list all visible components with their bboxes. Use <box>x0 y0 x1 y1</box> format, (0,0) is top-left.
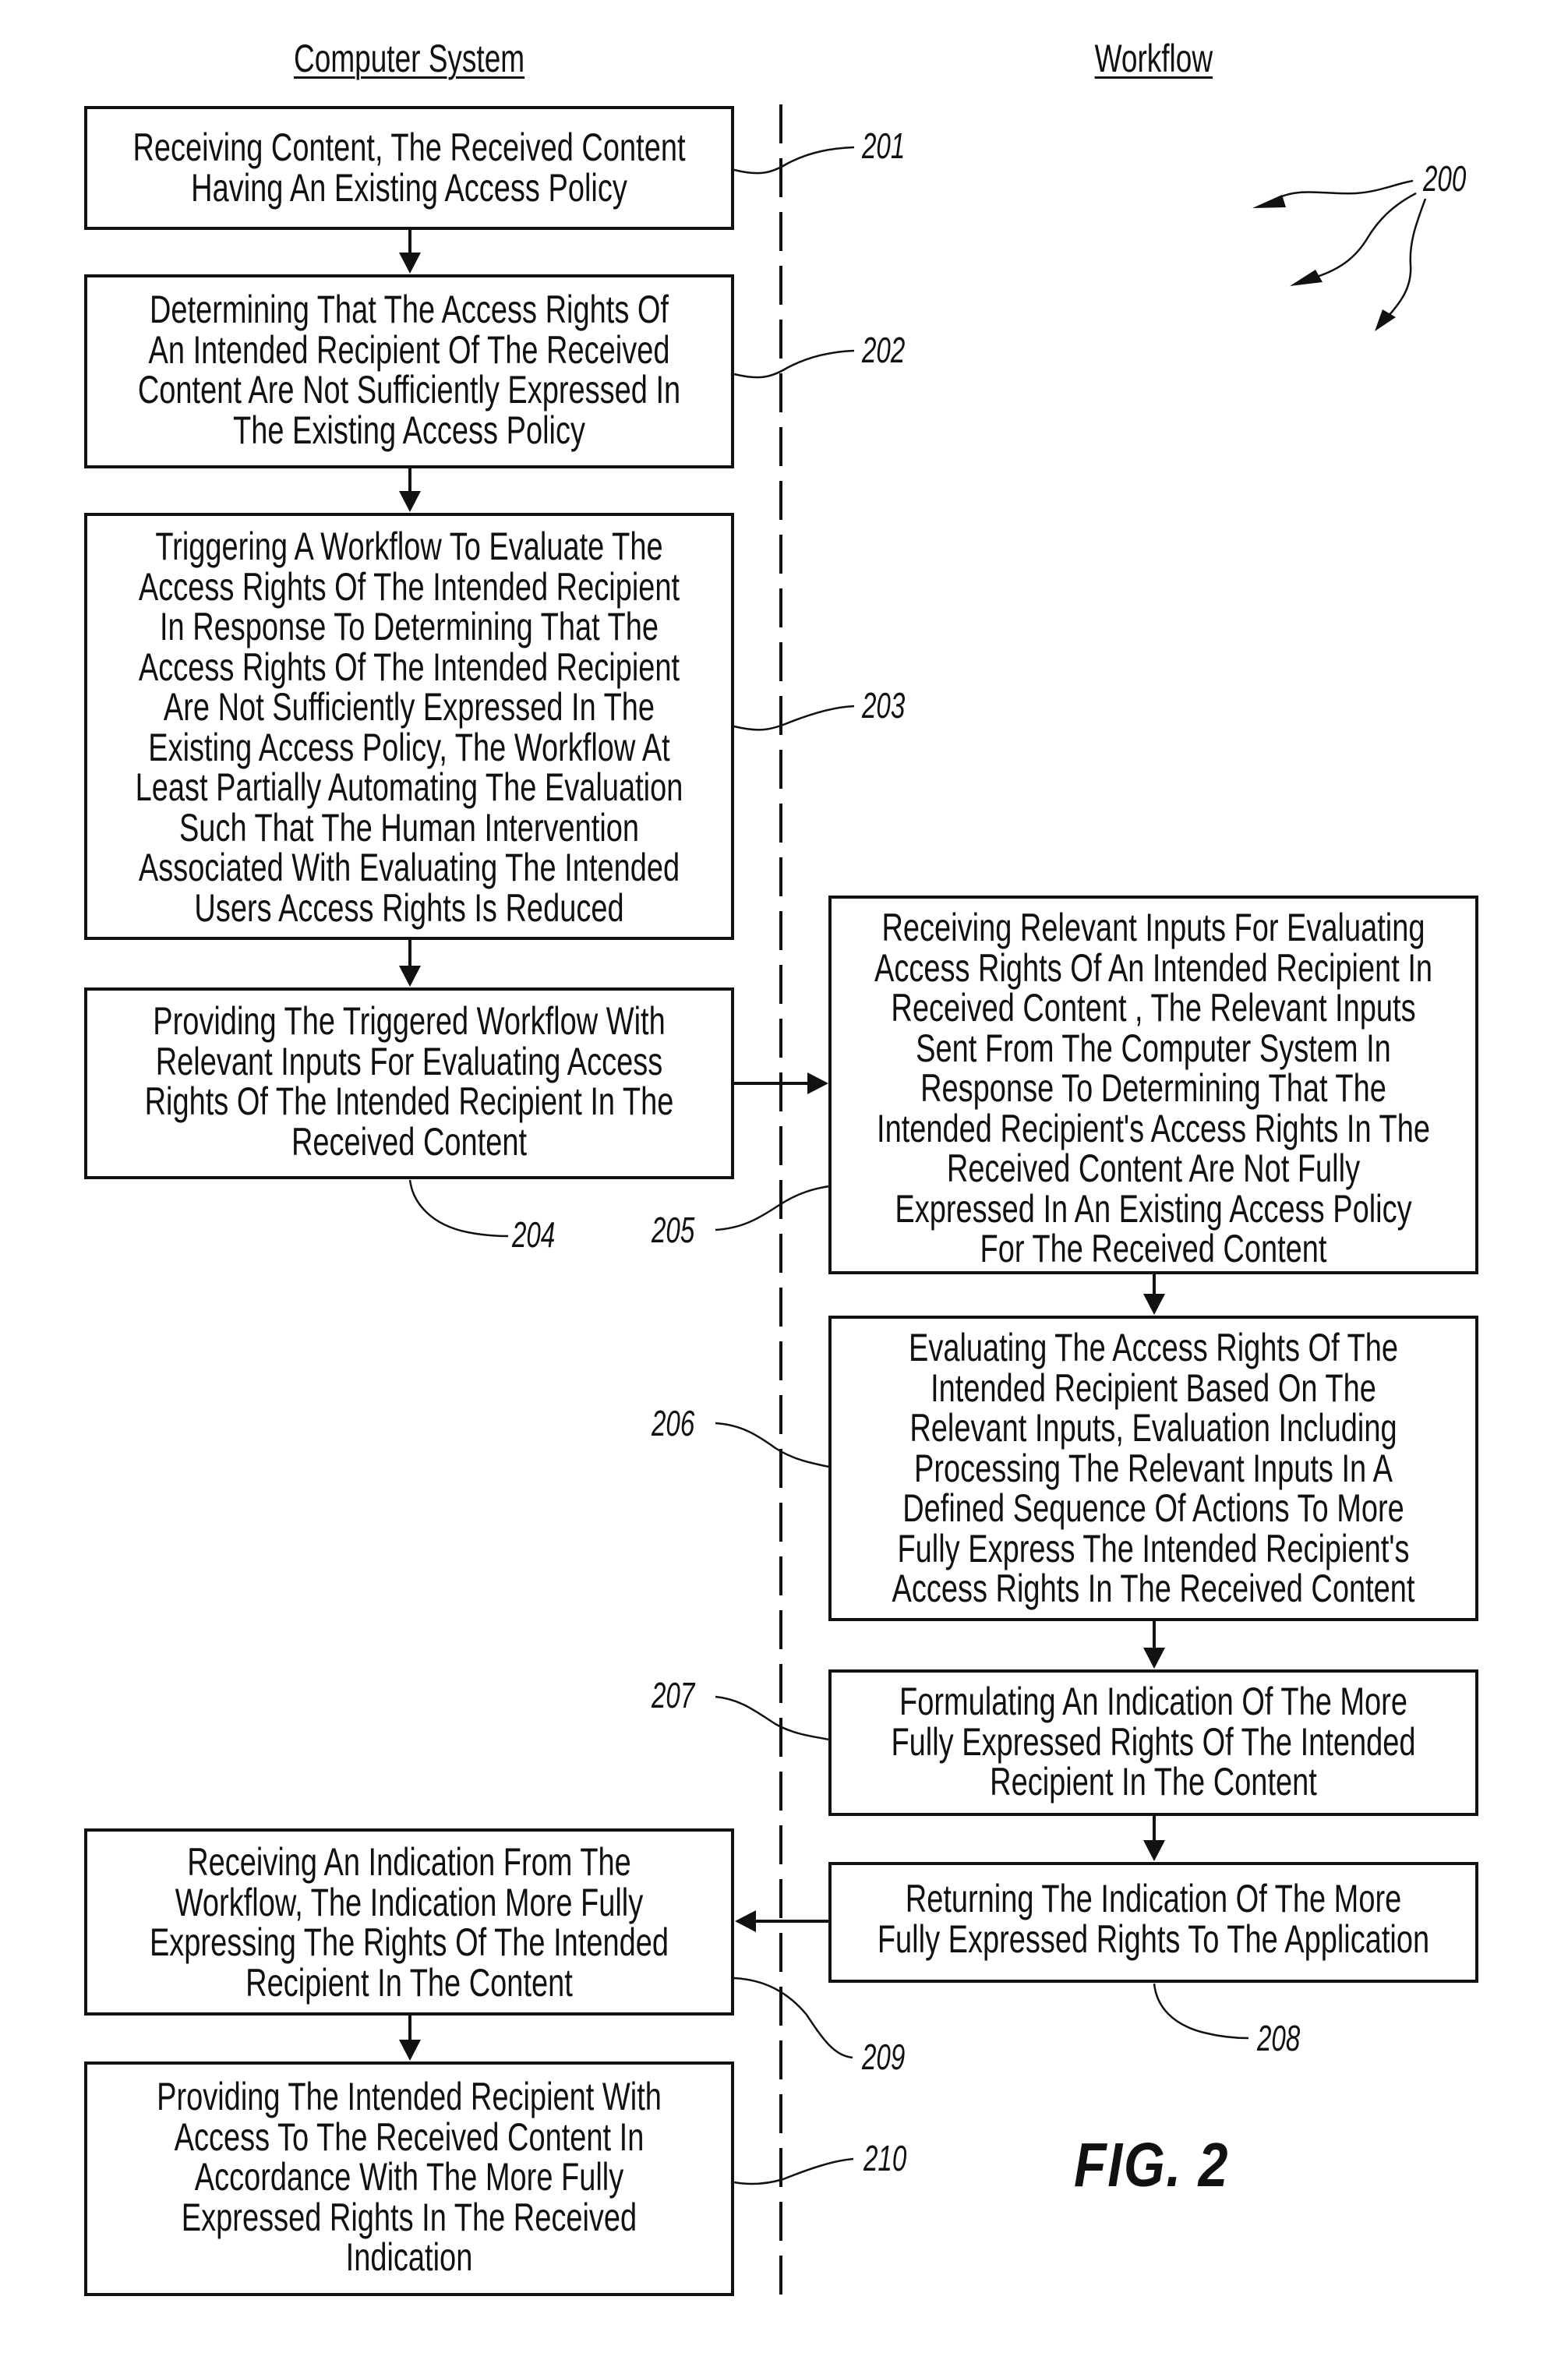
step-text-line: Relevant Inputs For Evaluating Access <box>155 1039 663 1083</box>
step-text-line: Users Access Rights Is Reduced <box>194 885 624 930</box>
flow-arrow-202-203 <box>399 468 421 512</box>
step-text-line: Received Content <box>291 1119 528 1164</box>
step-text-line: Access Rights Of The Intended Recipient <box>138 564 680 609</box>
step-text-line: Formulating An Indication Of The More <box>899 1680 1407 1723</box>
reference-numeral-203: 203 <box>862 685 906 726</box>
flow-arrow-205-206 <box>1143 1274 1165 1315</box>
step-text-206: Evaluating The Access Rights Of The Inte… <box>785 1326 1522 1610</box>
step-text-line: Associated With Evaluating The Intended <box>138 846 680 889</box>
step-text-line: Providing The Triggered Workflow With <box>153 999 666 1043</box>
step-text-line: The Existing Access Policy <box>233 408 585 452</box>
step-box-203: Triggering A Workflow To Evaluate The Ac… <box>84 513 734 940</box>
step-box-201: Receiving Content, The Received Content … <box>84 106 734 230</box>
step-text-line: Expressing The Rights Of The Intended <box>149 1920 669 1964</box>
step-text-line: Processing The Relevant Inputs In A <box>913 1446 1393 1490</box>
step-text-line: Are Not Sufficiently Expressed In The <box>163 685 655 729</box>
step-text-line: Recipient In The Content <box>245 1960 573 2005</box>
step-text-line: Defined Sequence Of Actions To More <box>902 1486 1404 1530</box>
step-text-line: Having An Existing Access Policy <box>191 165 627 210</box>
step-text-line: For The Received Content <box>980 1227 1327 1270</box>
flow-arrow-206-207 <box>1143 1621 1165 1669</box>
step-text-line: In Response To Determining That The <box>159 605 659 648</box>
step-text-line: Access Rights Of The Intended Recipient <box>138 645 680 689</box>
step-text-line: Sent From The Computer System In <box>916 1026 1391 1070</box>
step-text-line: Receiving Relevant Inputs For Evaluating <box>881 906 1425 949</box>
step-text-line: Access Rights Of An Intended Recipient I… <box>874 945 1433 990</box>
step-text-line: Fully Expressed Rights Of The Intended <box>891 1719 1416 1764</box>
step-text-line: Intended Recipient's Access Rights In Th… <box>877 1106 1430 1150</box>
flow-arrow-209-210 <box>399 2016 421 2061</box>
step-text-202: Determining That The Access Rights Of An… <box>41 288 778 452</box>
step-text-208: Returning The Indication Of The More Ful… <box>785 1877 1522 1961</box>
step-text-line: Accordance With The More Fully <box>194 2155 624 2199</box>
leader-line-208 <box>1153 1983 1249 2040</box>
figure-label: FIG. 2 <box>1074 2130 1230 2199</box>
step-text-line: Indication <box>345 2235 473 2279</box>
step-text-line: Determining That The Access Rights Of <box>149 288 669 331</box>
step-text-line: Received Content Are Not Fully <box>946 1146 1361 1190</box>
step-text-line: Intended Recipient Based On The <box>931 1365 1376 1410</box>
step-text-line: Access Rights In The Received Content <box>892 1567 1415 1610</box>
column-header-workflow: Workflow <box>1037 39 1270 78</box>
step-text-line: Triggering A Workflow To Evaluate The <box>155 525 663 568</box>
step-text-line: Workflow, The Indication More Fully <box>175 1880 644 1924</box>
step-text-209: Receiving An Indication From The Workflo… <box>41 1842 778 2003</box>
step-box-210: Providing The Intended Recipient With Ac… <box>84 2061 734 2296</box>
step-text-204: Providing The Triggered Workflow With Re… <box>41 999 778 1164</box>
step-text-line: Fully Express The Intended Recipient's <box>897 1526 1410 1570</box>
step-text-205: Receiving Relevant Inputs For Evaluating… <box>785 906 1522 1270</box>
column-header-computer-system-text: Computer System <box>293 37 525 80</box>
step-text-line: Returning The Indication Of The More <box>905 1877 1402 1920</box>
step-text-210: Providing The Intended Recipient With Ac… <box>41 2075 778 2279</box>
reference-numeral-202: 202 <box>862 330 906 370</box>
flow-arrow-203-204 <box>399 940 421 987</box>
flow-arrow-207-208 <box>1143 1816 1165 1861</box>
column-header-workflow-text: Workflow <box>1094 37 1213 80</box>
step-text-line: Content Are Not Sufficiently Expressed I… <box>137 368 681 412</box>
step-text-line: Response To Determining That The <box>920 1066 1386 1110</box>
reference-numeral-209: 209 <box>862 2037 906 2077</box>
column-header-computer-system: Computer System <box>234 39 584 78</box>
step-text-line: Evaluating The Access Rights Of The <box>908 1326 1399 1369</box>
step-box-209: Receiving An Indication From The Workflo… <box>84 1828 734 2016</box>
step-box-204: Providing The Triggered Workflow With Re… <box>84 987 734 1179</box>
reference-numeral-205: 205 <box>652 1210 695 1250</box>
step-text-line: Receiving Content, The Received Content <box>132 125 686 169</box>
figure-reference-arrows <box>1252 179 1427 331</box>
step-text-line: Expressed Rights In The Received <box>181 2195 637 2239</box>
reference-numeral-201: 201 <box>862 125 906 166</box>
step-box-205: Receiving Relevant Inputs For Evaluating… <box>828 896 1478 1274</box>
step-text-line: Recipient In The Content <box>990 1760 1317 1804</box>
reference-numeral-208: 208 <box>1257 2018 1301 2058</box>
step-text-line: Rights Of The Intended Recipient In The <box>144 1079 674 1123</box>
step-text-207: Formulating An Indication Of The More Fu… <box>785 1680 1522 1804</box>
step-text-line: Received Content , The Relevant Inputs <box>891 986 1416 1030</box>
reference-numeral-210: 210 <box>863 2138 907 2178</box>
step-text-line: Least Partially Automating The Evaluatio… <box>135 765 683 809</box>
step-text-line: An Intended Recipient Of The Received <box>148 327 670 372</box>
reference-numeral-207: 207 <box>652 1675 695 1715</box>
step-box-208: Returning The Indication Of The More Ful… <box>828 1862 1478 1983</box>
step-box-202: Determining That The Access Rights Of An… <box>84 274 734 468</box>
step-text-line: Such That The Human Intervention <box>178 805 640 850</box>
step-box-207: Formulating An Indication Of The More Fu… <box>828 1669 1478 1816</box>
reference-numeral-200: 200 <box>1423 158 1467 199</box>
reference-numeral-206: 206 <box>652 1403 695 1443</box>
step-text-201: Receiving Content, The Received Content … <box>41 125 778 210</box>
step-text-line: Receiving An Indication From The <box>187 1840 631 1884</box>
step-box-206: Evaluating The Access Rights Of The Inte… <box>828 1316 1478 1621</box>
step-text-line: Existing Access Policy, The Workflow At <box>148 725 670 769</box>
leader-line-204 <box>408 1179 509 1238</box>
step-text-line: Access To The Received Content In <box>174 2114 645 2159</box>
step-text-line: Expressed In An Existing Access Policy <box>895 1186 1412 1231</box>
step-text-line: Fully Expressed Rights To The Applicatio… <box>877 1917 1430 1961</box>
step-text-203: Triggering A Workflow To Evaluate The Ac… <box>41 525 778 930</box>
step-text-line: Relevant Inputs, Evaluation Including <box>909 1406 1397 1450</box>
reference-numeral-204: 204 <box>512 1214 556 1255</box>
flow-arrow-201-202 <box>399 230 421 274</box>
step-text-line: Providing The Intended Recipient With <box>157 2075 662 2118</box>
